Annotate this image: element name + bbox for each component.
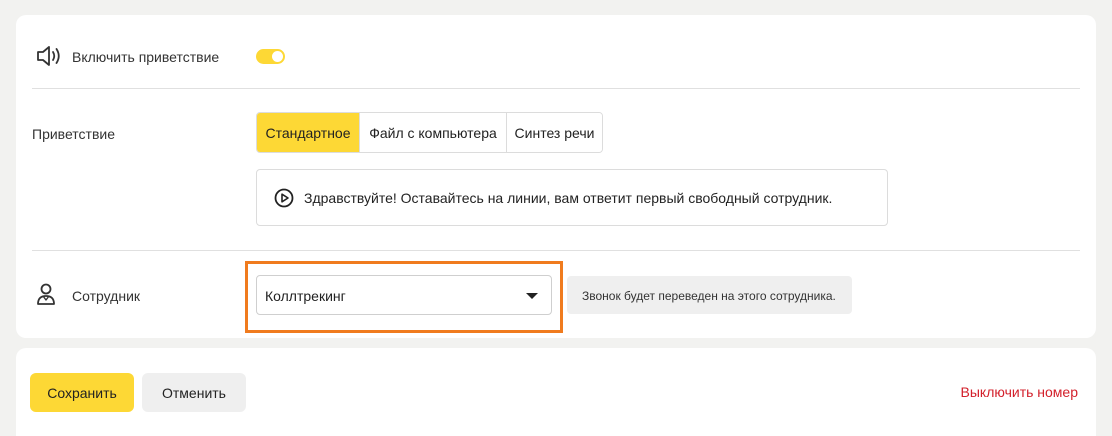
speaker-icon (37, 46, 60, 66)
employee-hint-text: Звонок будет переведен на этого сотрудни… (582, 289, 836, 303)
tab-file-from-computer[interactable]: Файл с компьютера (360, 113, 507, 152)
toggle-knob (272, 51, 283, 62)
employee-select[interactable]: Коллтрекинг (256, 275, 552, 315)
actions-card: Сохранить Отменить Выключить номер (16, 348, 1096, 436)
enable-greeting-label: Включить приветствие (72, 49, 220, 65)
disable-number-link[interactable]: Выключить номер (961, 384, 1078, 400)
greeting-message-text: Здравствуйте! Оставайтесь на линии, вам … (304, 190, 833, 206)
greeting-label: Приветствие (32, 126, 115, 142)
greeting-message-box: Здравствуйте! Оставайтесь на линии, вам … (256, 169, 888, 226)
save-button[interactable]: Сохранить (30, 373, 134, 412)
greeting-type-tabs: Стандартное Файл с компьютера Синтез реч… (256, 112, 603, 153)
employee-hint: Звонок будет переведен на этого сотрудни… (567, 276, 852, 314)
tab-standard[interactable]: Стандартное (257, 113, 360, 152)
divider (32, 250, 1080, 251)
tab-speech-synthesis[interactable]: Синтез речи (507, 113, 602, 152)
employee-label: Сотрудник (72, 288, 141, 304)
settings-card: Включить приветствие Приветствие Стандар… (16, 15, 1096, 338)
divider (32, 88, 1080, 89)
play-circle-icon[interactable] (274, 188, 294, 208)
person-icon (37, 283, 55, 305)
enable-greeting-toggle[interactable] (256, 49, 285, 64)
cancel-button[interactable]: Отменить (142, 373, 246, 412)
chevron-down-icon (526, 293, 538, 299)
employee-select-value: Коллтрекинг (265, 288, 346, 304)
